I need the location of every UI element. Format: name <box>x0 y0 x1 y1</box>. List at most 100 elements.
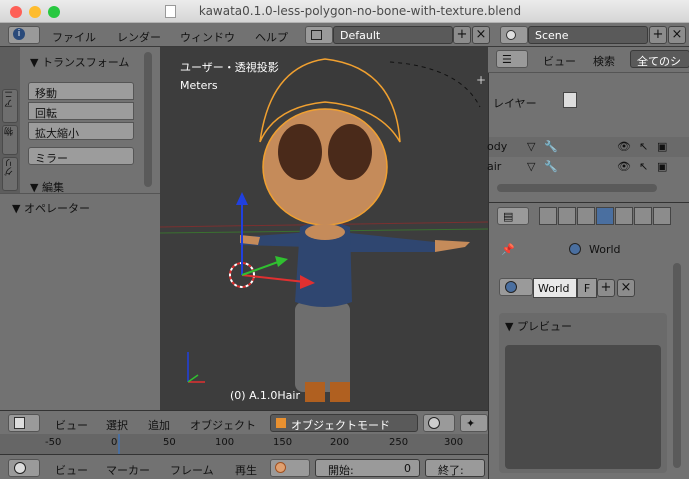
start-frame-field[interactable]: 開始: 0 <box>315 459 420 477</box>
scene-selector[interactable] <box>500 26 528 44</box>
menu-frame[interactable]: フレーム <box>170 462 214 478</box>
end-frame-field[interactable]: 終了: <box>425 459 485 477</box>
z-arrow-icon <box>236 192 248 205</box>
properties-editor-type[interactable]: ▤ <box>497 207 529 225</box>
tab-animation[interactable]: アニ <box>2 89 18 123</box>
world-browse-icon <box>505 281 517 293</box>
outliner-h-scrollbar[interactable] <box>497 184 657 192</box>
tool-shelf-scrollbar[interactable] <box>144 52 152 187</box>
rotate-button[interactable]: 回転 <box>28 102 134 120</box>
render-tab-icon[interactable] <box>539 207 557 225</box>
window-titlebar: kawata0.1.0-less-polygon-no-bone-with-te… <box>0 0 689 23</box>
modifiers-tab-icon[interactable] <box>653 207 671 225</box>
menu-render[interactable]: レンダー <box>117 29 161 45</box>
scale-button[interactable]: 拡大縮小 <box>28 122 134 140</box>
select-arrow-icon-2[interactable]: ↖ <box>639 160 648 173</box>
timeline-editor-type[interactable] <box>8 459 40 477</box>
unlink-world-button[interactable]: × <box>617 279 635 297</box>
world-tab-icon[interactable] <box>596 207 614 225</box>
character-shoe <box>305 382 325 402</box>
visibility-eye-icon-2[interactable]: 👁 <box>617 160 631 173</box>
screen-layout-name[interactable]: Default <box>333 26 453 44</box>
viewport-header: ビュー 選択 追加 オブジェクト オブジェクトモード ✦ <box>0 410 488 434</box>
add-layout-button[interactable]: + <box>453 26 471 44</box>
pivot-selector[interactable]: ✦ <box>460 414 488 432</box>
world-preview <box>505 345 661 469</box>
constraints-tab-icon[interactable] <box>634 207 652 225</box>
outliner-item-body[interactable]: ody <box>487 140 507 153</box>
menu-add[interactable]: 追加 <box>148 417 170 433</box>
tick-label: 250 <box>389 437 409 448</box>
view-label: ユーザー・透視投影 <box>180 61 279 74</box>
outliner-editor-type[interactable]: ☰ <box>496 50 528 68</box>
outliner-item-hair[interactable]: air <box>487 160 501 173</box>
select-arrow-icon[interactable]: ↖ <box>639 140 648 153</box>
wrench-icon: 🔧 <box>544 140 558 153</box>
outliner-header: ☰ ビュー 検索 全てのシ <box>488 47 689 73</box>
keying-buttons[interactable] <box>270 459 310 477</box>
properties-toggle-icon[interactable]: + <box>476 73 486 87</box>
display-mode-selector[interactable]: 全てのシ <box>630 50 689 68</box>
transform-panel-header[interactable]: ▼ トランスフォーム <box>30 54 129 70</box>
properties-icon: ▤ <box>503 210 514 223</box>
tab-physics[interactable]: 物 <box>2 125 18 155</box>
wrench-icon-2: 🔧 <box>544 160 558 173</box>
menu-marker[interactable]: マーカー <box>106 462 150 478</box>
menu-select[interactable]: 選択 <box>106 417 128 433</box>
fake-user-button[interactable]: F <box>577 278 597 298</box>
menu-playback[interactable]: 再生 <box>235 462 257 478</box>
character-left-eye <box>278 124 322 180</box>
menu-outliner-view[interactable]: ビュー <box>543 53 576 69</box>
operator-panel-header[interactable]: ▼ オペレーター <box>12 200 90 216</box>
properties-scrollbar[interactable] <box>673 263 681 468</box>
mini-y-axis <box>187 374 199 383</box>
timeline[interactable]: -50 0 50 100 150 200 250 300 <box>0 434 488 454</box>
menu-object[interactable]: オブジェクト <box>190 417 256 433</box>
world-browse-button[interactable] <box>499 278 533 296</box>
units-label: Meters <box>180 79 218 92</box>
menu-view[interactable]: ビュー <box>55 417 88 433</box>
render-camera-icon-2[interactable]: ▣ <box>657 160 667 173</box>
delete-layout-button[interactable]: × <box>472 26 490 44</box>
add-scene-button[interactable]: + <box>649 26 667 44</box>
menu-file[interactable]: ファイル <box>52 29 96 45</box>
screen-layout-selector[interactable] <box>305 26 333 44</box>
scene-tab-icon[interactable] <box>577 207 595 225</box>
mesh-icon: ▽ <box>527 140 536 153</box>
3d-viewport[interactable]: ユーザー・透視投影 Meters (0) A.1.0Hair + <box>160 47 488 410</box>
render-camera-icon[interactable]: ▣ <box>657 140 667 153</box>
minimize-window-button[interactable] <box>29 6 41 18</box>
mode-selector[interactable]: オブジェクトモード <box>270 414 418 432</box>
maximize-window-button[interactable] <box>48 6 60 18</box>
tab-grease-pencil[interactable]: グリ <box>2 157 18 191</box>
object-tab-icon[interactable] <box>615 207 633 225</box>
close-window-button[interactable] <box>10 6 22 18</box>
active-object-label: (0) A.1.0Hair <box>230 389 300 402</box>
current-frame-line[interactable] <box>118 434 120 454</box>
breadcrumb-world: World <box>589 243 621 256</box>
list-icon: ☰ <box>502 53 512 66</box>
mirror-button[interactable]: ミラー <box>28 147 134 165</box>
visibility-eye-icon[interactable]: 👁 <box>617 140 631 153</box>
scene-name[interactable]: Scene <box>528 26 648 44</box>
tick-label: -50 <box>45 437 62 448</box>
menu-timeline-view[interactable]: ビュー <box>55 462 88 478</box>
editor-type-button[interactable]: i <box>8 26 40 44</box>
delete-scene-button[interactable]: × <box>668 26 686 44</box>
layers-tab-icon[interactable] <box>558 207 576 225</box>
menu-search[interactable]: 検索 <box>593 53 615 69</box>
pin-icon[interactable]: 📌 <box>501 243 515 256</box>
tick-label: 300 <box>444 437 464 448</box>
menu-help[interactable]: ヘルプ <box>255 29 288 45</box>
viewport-scene <box>160 58 488 402</box>
render-layer-icon <box>563 92 577 108</box>
record-icon <box>275 462 286 473</box>
menu-window[interactable]: ウィンドウ <box>180 29 235 45</box>
new-world-button[interactable]: + <box>597 279 615 297</box>
viewport-editor-type[interactable] <box>8 414 40 432</box>
translate-button[interactable]: 移動 <box>28 82 134 100</box>
preview-panel-header[interactable]: ▼ プレビュー <box>505 318 572 334</box>
shading-selector[interactable] <box>423 414 455 432</box>
world-name-field[interactable]: World <box>533 278 577 298</box>
shading-sphere-icon <box>428 417 440 429</box>
